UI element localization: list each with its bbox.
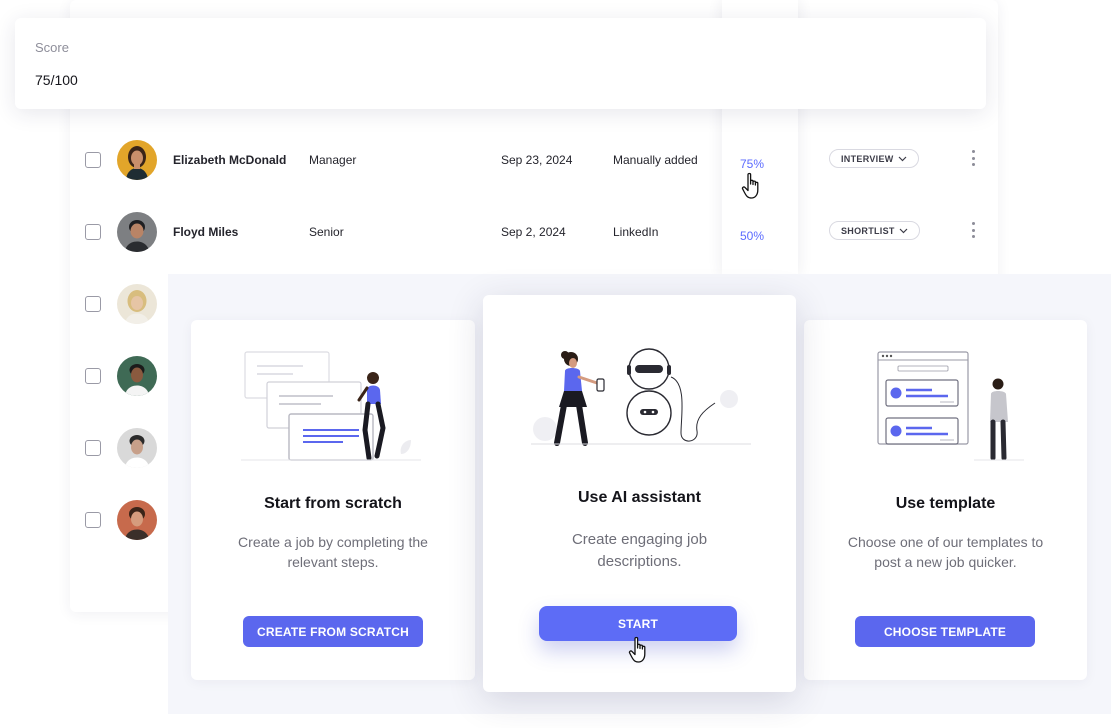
row-checkbox[interactable] [85, 224, 101, 240]
avatar [117, 500, 157, 540]
candidate-name[interactable]: Elizabeth McDonald [173, 153, 286, 167]
score-card: Score 75/100 [15, 18, 986, 109]
option-title: Start from scratch [264, 495, 402, 512]
applied-date: Sep 2, 2024 [501, 225, 566, 239]
avatar [117, 140, 157, 180]
status-dropdown[interactable]: SHORTLIST [829, 221, 920, 240]
use-template-card[interactable]: Use template Choose one of our templates… [804, 320, 1087, 680]
option-description: Choose one of our templates to post a ne… [847, 534, 1044, 570]
candidate-score[interactable]: 75% [740, 157, 764, 171]
hand-pointer-icon [741, 172, 759, 199]
status-dropdown[interactable]: INTERVIEW [829, 149, 919, 168]
option-description: Create a job by completing the relevant … [238, 534, 428, 570]
option-title: Use AI assistant [577, 489, 701, 506]
template-illustration [877, 351, 1024, 461]
row-checkbox[interactable] [85, 152, 101, 168]
use-ai-assistant-card[interactable]: Use AI assistant Create engaging job des… [483, 295, 796, 692]
start-from-scratch-card[interactable]: Start from scratch Create a job by compl… [191, 320, 475, 680]
candidate-name[interactable]: Floyd Miles [173, 225, 238, 239]
score-label: Score [35, 40, 69, 55]
candidate-level: Manager [309, 153, 357, 167]
avatar [117, 212, 157, 252]
option-description: Create engaging job descriptions. [571, 531, 708, 570]
ai-robot-illustration [531, 348, 751, 446]
table-row[interactable]: Elizabeth McDonald Manager Sep 23, 2024 … [70, 124, 998, 196]
avatar [117, 428, 157, 468]
more-vertical-icon[interactable] [967, 148, 979, 168]
applied-date: Sep 23, 2024 [501, 153, 573, 167]
candidate-source: Manually added [613, 153, 698, 167]
create-from-scratch-button[interactable]: CREATE FROM SCRATCH [243, 616, 423, 647]
score-value: 75/100 [35, 72, 78, 88]
row-checkbox[interactable] [85, 440, 101, 456]
candidate-level: Senior [309, 225, 344, 239]
status-label: INTERVIEW [841, 153, 894, 164]
status-label: SHORTLIST [841, 225, 895, 236]
row-checkbox[interactable] [85, 296, 101, 312]
avatar [117, 284, 157, 324]
candidate-source: LinkedIn [613, 225, 659, 239]
choose-template-button[interactable]: CHOOSE TEMPLATE [855, 616, 1035, 647]
hand-pointer-icon [628, 636, 646, 663]
more-vertical-icon[interactable] [967, 220, 979, 240]
option-title: Use template [895, 495, 996, 512]
table-row[interactable]: Floyd Miles Senior Sep 2, 2024 LinkedIn … [70, 196, 998, 268]
chevron-down-icon [898, 156, 906, 161]
chevron-down-icon [899, 228, 908, 233]
candidate-score[interactable]: 50% [740, 229, 764, 243]
row-checkbox[interactable] [85, 368, 101, 384]
avatar [117, 356, 157, 396]
documents-illustration [241, 351, 421, 461]
row-checkbox[interactable] [85, 512, 101, 528]
